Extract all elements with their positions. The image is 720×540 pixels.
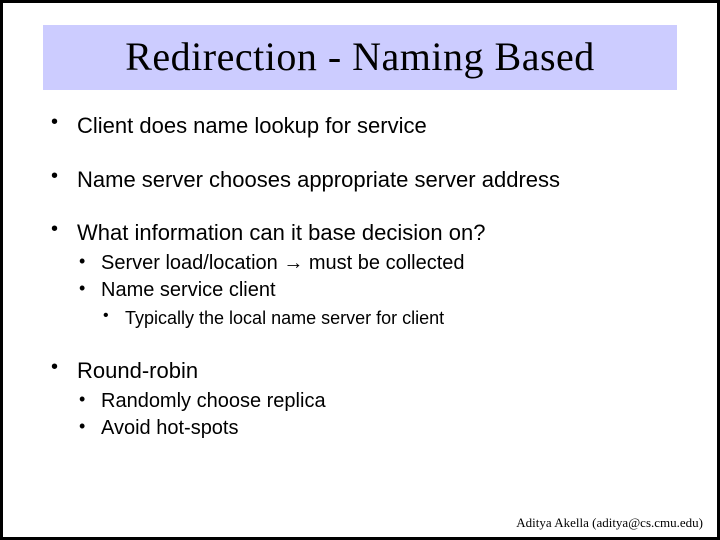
bullet-3: What information can it base decision on… bbox=[51, 219, 669, 329]
bullet-4-2-text: Avoid hot-spots bbox=[101, 417, 239, 439]
arrow-icon: → bbox=[283, 252, 303, 274]
slide-frame: Redirection - Naming Based Client does n… bbox=[0, 0, 720, 540]
bullet-3-1-post: must be collected bbox=[303, 252, 464, 274]
bullet-3-text: What information can it base decision on… bbox=[77, 220, 485, 245]
bullet-2-text: Name server chooses appropriate server a… bbox=[77, 167, 560, 192]
bullet-4-text: Round-robin bbox=[77, 358, 198, 383]
bullet-3-1-pre: Server load/location bbox=[101, 252, 283, 274]
bullet-3-2: Name service client Typically the local … bbox=[77, 278, 669, 330]
bullet-3-2-1-text: Typically the local name server for clie… bbox=[125, 308, 444, 328]
bullet-4-1-text: Randomly choose replica bbox=[101, 390, 326, 412]
bullet-3-1: Server load/location → must be collected bbox=[77, 251, 669, 276]
bullet-4: Round-robin Randomly choose replica Avoi… bbox=[51, 357, 669, 441]
bullet-4-sublist: Randomly choose replica Avoid hot-spots bbox=[77, 389, 669, 441]
bullet-1-text: Client does name lookup for service bbox=[77, 113, 427, 138]
bullet-1: Client does name lookup for service bbox=[51, 112, 669, 140]
bullet-list: Client does name lookup for service Name… bbox=[51, 112, 669, 441]
bullet-4-1: Randomly choose replica bbox=[77, 389, 669, 414]
bullet-3-sublist: Server load/location → must be collected… bbox=[77, 251, 669, 330]
bullet-2: Name server chooses appropriate server a… bbox=[51, 166, 669, 194]
slide-title: Redirection - Naming Based bbox=[53, 33, 667, 80]
title-band: Redirection - Naming Based bbox=[43, 25, 677, 90]
bullet-3-2-text: Name service client bbox=[101, 279, 276, 301]
bullet-4-2: Avoid hot-spots bbox=[77, 416, 669, 441]
footer-attribution: Aditya Akella (aditya@cs.cmu.edu) bbox=[516, 515, 703, 531]
slide-body: Client does name lookup for service Name… bbox=[51, 112, 669, 441]
bullet-3-2-1: Typically the local name server for clie… bbox=[101, 307, 669, 330]
bullet-3-2-sublist: Typically the local name server for clie… bbox=[101, 307, 669, 330]
